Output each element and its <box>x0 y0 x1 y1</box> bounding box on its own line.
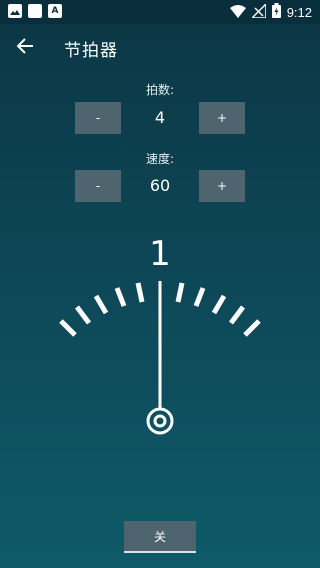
toggle-metronome-button[interactable]: 关 <box>124 521 196 553</box>
dial-tick <box>193 287 206 307</box>
pendulum-pivot-inner <box>153 414 167 428</box>
status-bar: A 9:12 <box>0 0 320 24</box>
status-bar-right: 9:12 <box>229 2 312 22</box>
image-icon <box>8 4 22 18</box>
app-bar: 节拍器 <box>0 24 320 72</box>
dial-tick <box>211 294 227 315</box>
beats-decrease-button[interactable]: - <box>75 102 121 134</box>
battery-icon <box>271 3 281 22</box>
page-title: 节拍器 <box>64 41 118 61</box>
dial-tick <box>229 305 245 325</box>
tempo-decrease-button[interactable]: - <box>75 170 121 202</box>
beats-stepper: - 4 + <box>0 102 320 134</box>
dial-tick <box>59 319 77 337</box>
dial-tick <box>135 282 145 303</box>
dial-tick <box>93 294 109 315</box>
arrow-left-icon <box>16 38 34 58</box>
pendulum-pivot-outer <box>146 407 174 435</box>
beats-value: 4 <box>154 108 166 127</box>
tempo-value: 60 <box>149 176 171 195</box>
status-bar-left: A <box>8 4 62 18</box>
tempo-increase-button[interactable]: + <box>199 170 245 202</box>
metronome-dial <box>59 281 261 435</box>
status-time: 9:12 <box>286 5 312 20</box>
tempo-label: 速度: <box>145 152 175 166</box>
dial-tick <box>75 305 91 325</box>
beats-label: 拍数: <box>145 83 175 97</box>
beats-increase-button[interactable]: + <box>199 102 245 134</box>
back-button[interactable] <box>10 34 40 62</box>
wifi-icon <box>229 3 246 22</box>
tempo-stepper: - 60 + <box>0 170 320 202</box>
dial-tick <box>114 287 127 307</box>
a-icon: A <box>48 4 62 18</box>
dial-tick <box>175 282 185 303</box>
signal-icon <box>249 2 267 22</box>
dial-tick <box>243 319 261 337</box>
square-icon <box>28 4 42 18</box>
